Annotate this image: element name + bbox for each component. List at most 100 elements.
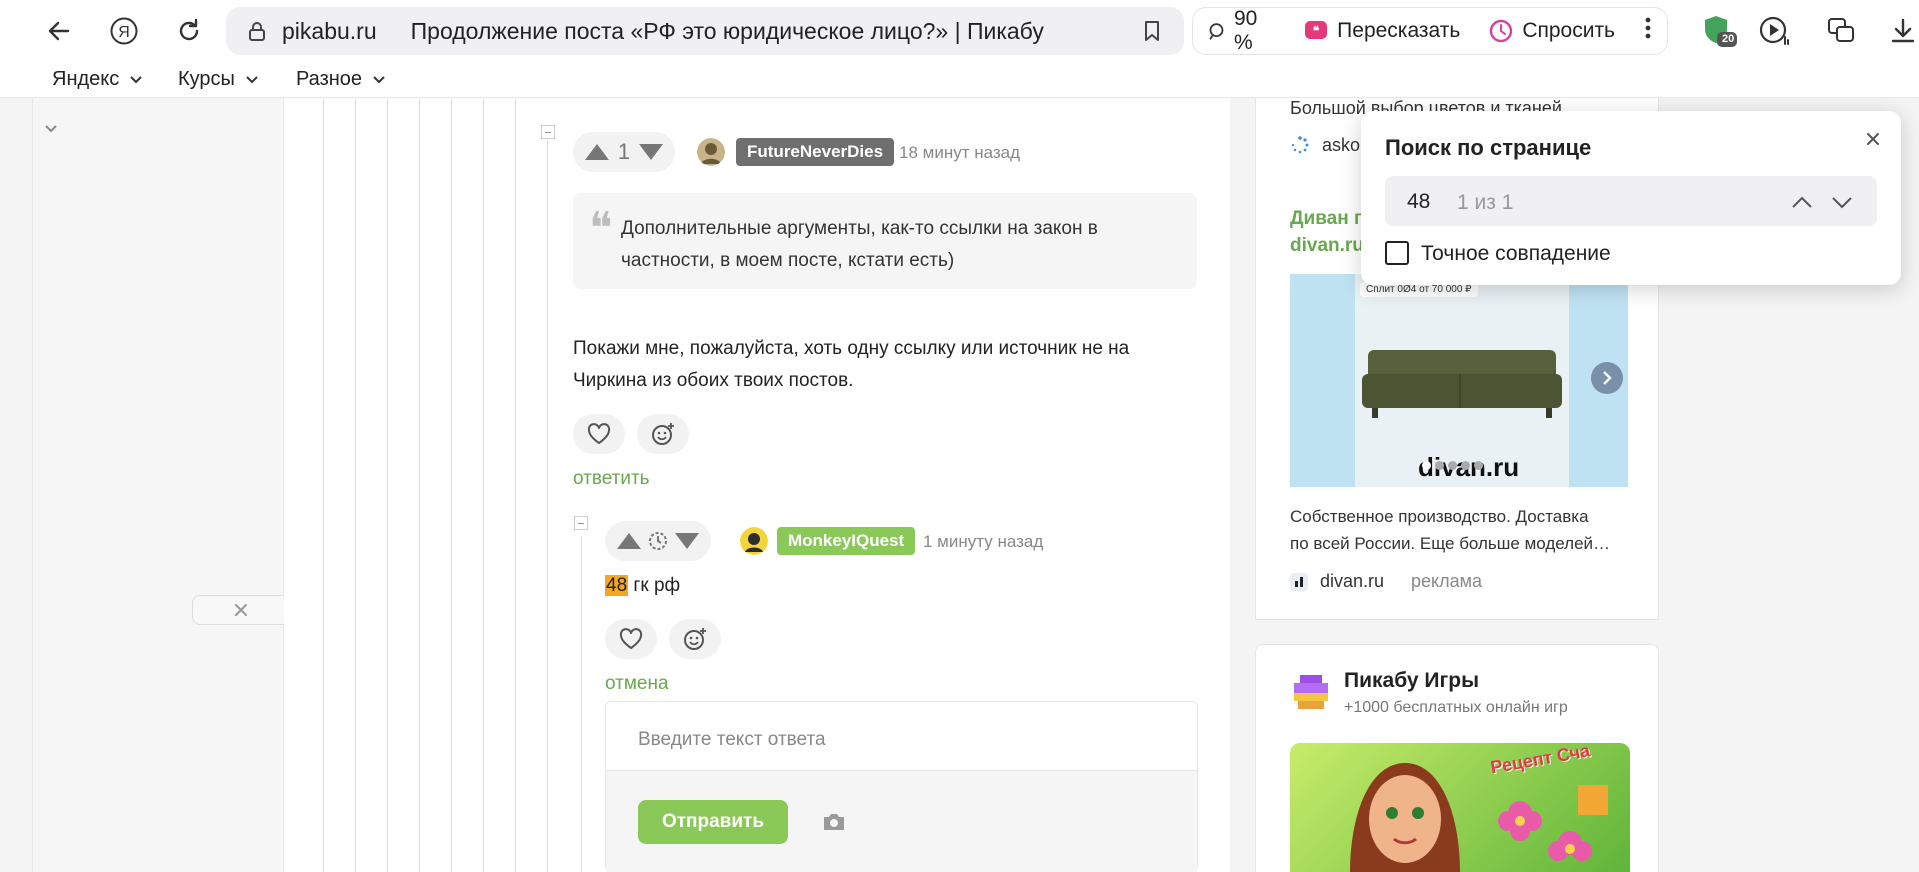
username-badge[interactable]: FutureNeverDies bbox=[736, 138, 895, 166]
close-panel-button[interactable] bbox=[192, 595, 290, 625]
assistant-toolbar: 90 % ❝ Пересказать Спросить bbox=[1192, 7, 1668, 55]
comment-body: Покажи мне, пожалуйста, хоть одну ссылку… bbox=[573, 333, 1129, 397]
games-title[interactable]: Пикабу Игры bbox=[1344, 669, 1479, 693]
left-sidebar bbox=[32, 98, 290, 872]
chat-button[interactable] bbox=[1822, 12, 1860, 50]
retell-button[interactable]: ❝ Пересказать bbox=[1289, 8, 1474, 54]
upvote-icon[interactable] bbox=[585, 144, 609, 160]
carousel-next-button[interactable] bbox=[1591, 362, 1623, 394]
thread-line bbox=[419, 98, 420, 872]
add-reaction-icon bbox=[652, 423, 674, 445]
user-avatar-icon bbox=[697, 138, 725, 166]
avatar[interactable] bbox=[740, 527, 768, 555]
carousel-dot[interactable] bbox=[1461, 461, 1470, 470]
find-input[interactable]: 48 1 из 1 bbox=[1385, 176, 1877, 226]
ask-icon bbox=[1490, 19, 1513, 43]
reply-link[interactable]: ответить bbox=[573, 468, 650, 490]
ad-title-line: divan.ru bbox=[1290, 235, 1364, 256]
downvote-icon[interactable] bbox=[639, 144, 663, 160]
avatar[interactable] bbox=[697, 138, 725, 166]
reply-form: Введите текст ответа Отправить bbox=[605, 701, 1198, 872]
reload-button[interactable] bbox=[170, 12, 208, 50]
yandex-button[interactable]: Я bbox=[105, 12, 143, 50]
chevron-right-icon bbox=[1603, 371, 1612, 385]
comment-body: 48 гк рф bbox=[605, 570, 680, 602]
reply-input[interactable]: Введите текст ответа bbox=[606, 702, 1197, 770]
collapse-thread-button[interactable] bbox=[574, 516, 588, 530]
bookmark-icon[interactable] bbox=[1140, 19, 1164, 43]
play-button[interactable] bbox=[1756, 12, 1794, 50]
quote-line: Дополнительные аргументы, как-то ссылки … bbox=[621, 218, 1098, 239]
user-avatar-icon bbox=[740, 527, 768, 555]
download-button[interactable] bbox=[1884, 12, 1919, 50]
retell-label: Пересказать bbox=[1337, 19, 1461, 42]
bookmark-folder-misc[interactable]: Разное bbox=[296, 68, 386, 91]
ad-desc-line: Собственное производство. Доставка bbox=[1290, 507, 1589, 526]
rating-count: 1 bbox=[617, 139, 631, 164]
comment-time[interactable]: 1 минуту назад bbox=[923, 532, 1043, 552]
ad-title[interactable]: Диван п divan.ru bbox=[1290, 205, 1365, 259]
bookmark-folder-yandex[interactable]: Яндекс bbox=[52, 68, 143, 91]
address-bar[interactable]: pikabu.ru Продолжение поста «РФ это юрид… bbox=[226, 7, 1184, 55]
vote-widget: 1 bbox=[573, 132, 675, 172]
chevron-down-icon[interactable] bbox=[44, 124, 58, 134]
quote-block: ❝ Дополнительные аргументы, как-то ссылк… bbox=[573, 193, 1197, 289]
pikabu-games-icon bbox=[1294, 675, 1328, 709]
collapse-thread-button[interactable] bbox=[541, 125, 555, 139]
carousel-dot[interactable] bbox=[1422, 461, 1431, 470]
upvote-icon[interactable] bbox=[617, 533, 641, 549]
game-character-icon bbox=[1350, 763, 1460, 872]
browser-toolbar: Я pikabu.ru Продолжение поста «РФ это юр… bbox=[0, 0, 1919, 62]
carousel-dot[interactable] bbox=[1435, 461, 1444, 470]
zoom-control[interactable]: 90 % bbox=[1193, 7, 1289, 54]
ad-label: реклама bbox=[1411, 571, 1482, 591]
close-icon[interactable] bbox=[1861, 127, 1885, 151]
send-button[interactable]: Отправить bbox=[638, 800, 788, 844]
thread-line bbox=[547, 140, 548, 872]
svg-text:❝: ❝ bbox=[1313, 24, 1320, 38]
carousel-dot[interactable] bbox=[1448, 461, 1457, 470]
find-on-page-dialog: Поиск по странице 48 1 из 1 Точное совпа… bbox=[1361, 111, 1901, 285]
bookmark-folder-label: Курсы bbox=[178, 68, 235, 90]
username-badge[interactable]: MonkeyIQuest bbox=[777, 527, 916, 555]
heart-icon bbox=[619, 628, 643, 649]
ad-image[interactable]: Сплит 0Ø4 от 70 000 ₽ divan.ru bbox=[1290, 274, 1628, 487]
quote-icon: ❝ bbox=[589, 203, 613, 254]
like-button[interactable] bbox=[573, 414, 625, 454]
comment-time[interactable]: 18 минут назад bbox=[899, 143, 1020, 163]
games-subtitle: +1000 бесплатных онлайн игр bbox=[1344, 699, 1568, 716]
cancel-link[interactable]: отмена bbox=[605, 673, 669, 695]
exact-match-checkbox[interactable] bbox=[1385, 241, 1409, 265]
exact-match-label[interactable]: Точное совпадение bbox=[1421, 242, 1611, 266]
comment-text: гк рф bbox=[628, 575, 681, 596]
protect-button[interactable]: 20 bbox=[1700, 12, 1738, 50]
chevron-down-icon[interactable] bbox=[1829, 189, 1855, 215]
sofa-icon bbox=[1362, 350, 1562, 418]
bookmark-folder-courses[interactable]: Курсы bbox=[178, 68, 259, 91]
ad-source[interactable]: divan.ru bbox=[1320, 571, 1384, 592]
chevron-up-icon[interactable] bbox=[1789, 189, 1815, 215]
reaction-button[interactable] bbox=[669, 619, 721, 659]
chevron-down-icon bbox=[130, 75, 142, 83]
ad-source-icon bbox=[1290, 573, 1308, 591]
retell-icon: ❝ bbox=[1305, 21, 1328, 39]
yandex-logo-icon: Я bbox=[110, 17, 138, 45]
back-button[interactable] bbox=[40, 12, 78, 50]
comment-line: Покажи мне, пожалуйста, хоть одну ссылку… bbox=[573, 338, 1130, 359]
like-button[interactable] bbox=[605, 619, 657, 659]
reply-toolbar: Отправить bbox=[606, 770, 1197, 872]
ask-button[interactable]: Спросить bbox=[1474, 8, 1629, 54]
reaction-button[interactable] bbox=[637, 414, 689, 454]
quote-text: Дополнительные аргументы, как-то ссылки … bbox=[621, 213, 1181, 277]
games-banner[interactable]: Рецепт Сча bbox=[1290, 743, 1630, 872]
search-highlight: 48 bbox=[605, 575, 629, 596]
bookmark-folder-label: Яндекс bbox=[52, 68, 120, 90]
carousel-dot[interactable] bbox=[1474, 461, 1483, 470]
page-title: Продолжение поста «РФ это юридическое ли… bbox=[410, 17, 1044, 44]
more-menu-button[interactable] bbox=[1629, 16, 1667, 46]
thread-line bbox=[387, 98, 388, 872]
downvote-icon[interactable] bbox=[675, 533, 699, 549]
vote-widget bbox=[605, 521, 711, 561]
camera-icon[interactable] bbox=[821, 811, 847, 833]
address-host: pikabu.ru bbox=[282, 17, 377, 44]
